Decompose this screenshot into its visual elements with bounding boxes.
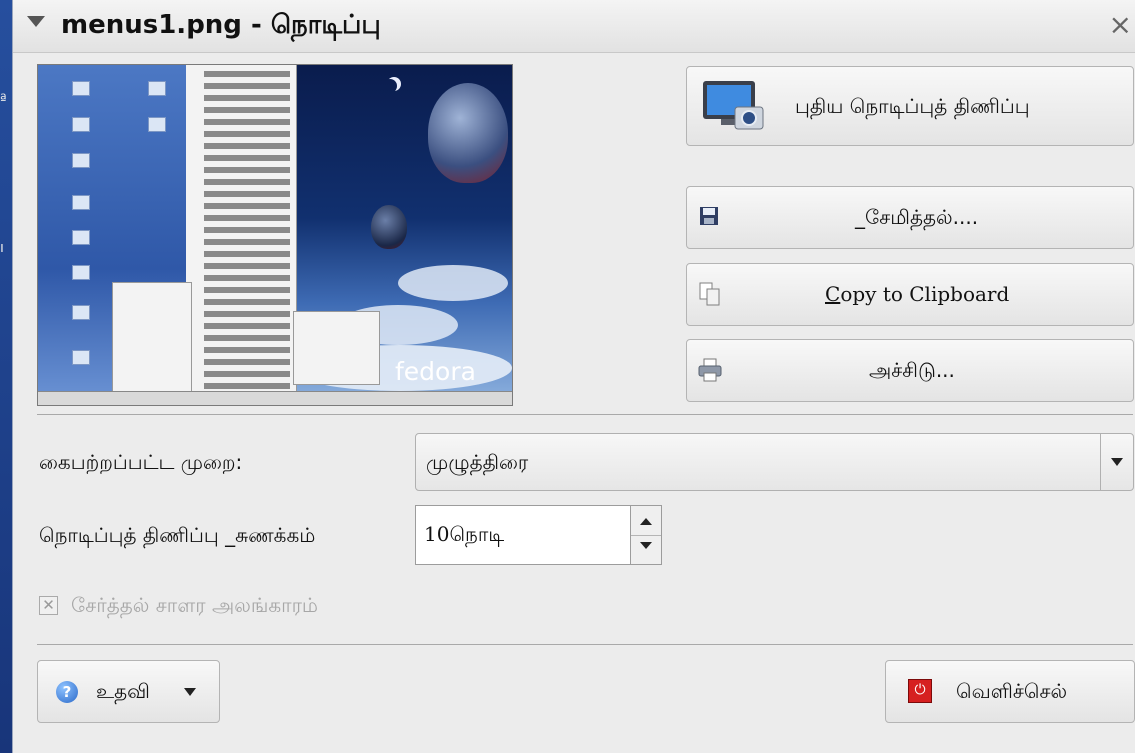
quit-button[interactable]: ⏻ வெளிச்செல் <box>885 660 1135 723</box>
preview-menu <box>186 65 297 405</box>
chevron-down-icon <box>1111 458 1123 466</box>
save-label: _சேமித்தல்.... <box>855 205 979 229</box>
desktop-icon <box>148 117 166 132</box>
desktop-background <box>0 0 12 753</box>
save-button[interactable]: _சேமித்தல்.... <box>686 186 1134 249</box>
preview-cloud <box>398 265 508 301</box>
help-label: உதவி <box>96 679 150 703</box>
desktop-icon <box>72 153 90 168</box>
separator <box>37 414 1133 415</box>
desktop-icon <box>72 117 90 132</box>
desktop-icon <box>72 305 90 320</box>
print-label: அச்சிடு... <box>869 358 955 382</box>
separator <box>37 644 1133 645</box>
printer-icon <box>698 358 722 382</box>
screenshot-preview: fedora <box>37 64 513 406</box>
new-snapshot-label: புதிய நொடிப்புத் திணிப்பு <box>795 94 1030 118</box>
new-snapshot-button[interactable]: புதிய நொடிப்புத் திணிப்பு <box>686 66 1134 146</box>
help-icon: ? <box>56 681 78 703</box>
increment-icon[interactable] <box>640 518 652 525</box>
preview-submenu <box>112 282 192 399</box>
close-icon[interactable]: × <box>1109 8 1132 41</box>
delay-value[interactable]: 10நொடி <box>424 522 504 549</box>
fedora-logo: fedora <box>395 357 476 386</box>
moon-icon <box>383 79 397 93</box>
window-title: menus1.png - நொடிப்பு <box>61 10 381 40</box>
copy-mnemonic: C <box>825 282 841 306</box>
decrement-icon[interactable] <box>640 542 652 549</box>
power-icon: ⏻ <box>908 679 932 703</box>
desktop-icon <box>72 350 90 365</box>
delay-spinbox[interactable]: 10நொடி <box>415 505 662 565</box>
quit-label: வெளிச்செல் <box>956 679 1068 703</box>
preview-taskbar <box>38 391 512 405</box>
preview-submenu <box>293 311 380 385</box>
print-button[interactable]: அச்சிடு... <box>686 339 1134 402</box>
preview-balloon <box>428 83 508 183</box>
screenshot-dialog: menus1.png - நொடிப்பு × fedora புதிய நொட… <box>12 0 1135 753</box>
copy-icon <box>699 282 720 306</box>
chevron-down-icon <box>184 688 196 696</box>
copy-label-rest: opy to Clipboard <box>840 282 1010 306</box>
capture-mode-label: கைபற்றப்பட்ட முறை: <box>39 450 243 474</box>
floppy-icon <box>700 207 718 225</box>
preview-balloon <box>371 205 407 249</box>
desktop-edge-glyph: ı <box>0 240 4 256</box>
title-bar[interactable]: menus1.png - நொடிப்பு × <box>13 0 1135 53</box>
desktop-icon <box>72 81 90 96</box>
decorations-label: சேர்த்தல் சாளர அலங்காரம் <box>71 593 319 617</box>
snapshot-icon <box>703 81 764 130</box>
desktop-icon <box>72 265 90 280</box>
desktop-icon <box>72 230 90 245</box>
capture-mode-dropdown[interactable] <box>1100 434 1133 490</box>
delay-stepper <box>630 506 661 564</box>
copy-to-clipboard-button[interactable]: Copy to Clipboard <box>686 263 1134 326</box>
decorations-checkbox[interactable]: ✕ <box>39 596 58 615</box>
desktop-icon <box>148 81 166 96</box>
capture-mode-value: முழுத்திரை <box>426 450 529 474</box>
copy-label: Copy to Clipboard <box>825 282 1009 306</box>
window-menu-icon[interactable] <box>27 16 45 27</box>
capture-mode-select[interactable]: முழுத்திரை <box>415 433 1134 491</box>
desktop-icon <box>72 195 90 210</box>
help-button[interactable]: ? உதவி <box>37 660 220 723</box>
delay-label: நொடிப்புத் திணிப்பு _சுணக்கம் <box>39 523 316 547</box>
desktop-edge-glyph: ª <box>0 92 7 108</box>
